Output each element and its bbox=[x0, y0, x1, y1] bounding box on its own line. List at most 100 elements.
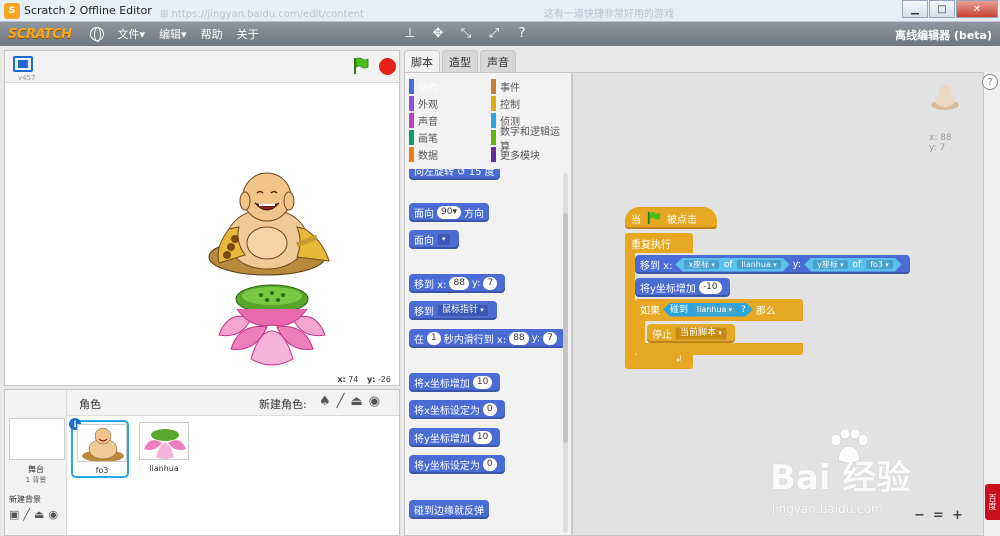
scratch-logo[interactable]: SCRATCH bbox=[8, 27, 72, 42]
minimize-button[interactable]: ▁ bbox=[902, 0, 928, 18]
lotus-sprite[interactable] bbox=[211, 279, 333, 367]
when-flag-clicked-hat[interactable]: 当 被点击 bbox=[625, 207, 717, 229]
buddha-sprite[interactable] bbox=[205, 167, 345, 277]
mouse-y-label: y: bbox=[366, 375, 376, 384]
category-data[interactable]: 数据 bbox=[409, 147, 485, 162]
mouse-x-value: 74 bbox=[348, 375, 359, 384]
language-globe-icon[interactable] bbox=[89, 27, 104, 42]
sprite-camera-icon[interactable]: ◉ bbox=[369, 394, 380, 409]
block-turn-left[interactable]: 向左旋转 ↺ 15 度 bbox=[409, 169, 500, 180]
block-change-x[interactable]: 将x坐标增加 10 bbox=[409, 373, 501, 392]
stop-sign-icon[interactable] bbox=[379, 58, 396, 75]
stop-option-dropdown[interactable]: 当前脚本 bbox=[675, 327, 727, 340]
category-sound[interactable]: 声音 bbox=[409, 113, 485, 128]
y-of-reporter[interactable]: y座标 of fo3 bbox=[804, 258, 901, 272]
sprite-paint-icon[interactable]: ╱ bbox=[337, 394, 345, 409]
block-go-to-xy[interactable]: 移到 x: 88 y: 7 bbox=[409, 274, 506, 293]
touching-condition[interactable]: 碰到 lianhua ? bbox=[663, 303, 753, 317]
category-motion[interactable]: 动作 bbox=[409, 79, 485, 94]
tab-scripts[interactable]: 脚本 bbox=[404, 50, 440, 73]
category-events[interactable]: 事件 bbox=[491, 79, 567, 94]
backdrop-upload-icon[interactable]: ⏏ bbox=[34, 508, 44, 521]
block-change-y[interactable]: 将y坐标增加 10 bbox=[409, 428, 501, 447]
forever-block-bottom[interactable]: ↲ bbox=[625, 355, 693, 369]
backdrop-library-icon[interactable]: ▣ bbox=[9, 508, 19, 521]
category-operators[interactable]: 数字和逻辑运算 bbox=[491, 127, 567, 153]
block-help-icon[interactable]: ? bbox=[514, 26, 530, 41]
lotus-thumb-image bbox=[144, 429, 186, 459]
background-window-ghost-text: ⊞ https://jingyan.baidu.com/edit/content… bbox=[160, 9, 674, 20]
x-of-reporter[interactable]: x座标 of lianhua bbox=[675, 258, 789, 272]
block-go-to-xy-script[interactable]: 移到 x: x座标 of lianhua y: y座标 of fo3 bbox=[635, 255, 910, 274]
category-more-blocks[interactable]: 更多模块 bbox=[491, 147, 567, 162]
stage-selector[interactable]: 舞台 1 背景 新建背景 ▣ ╱ ⏏ ◉ bbox=[5, 390, 67, 535]
stage-label: 舞台 bbox=[28, 465, 44, 474]
block-point-towards[interactable]: 面向 bbox=[409, 230, 459, 249]
set-x-input[interactable]: 0 bbox=[482, 403, 497, 416]
scratch-app-icon: S bbox=[4, 2, 20, 19]
side-badge[interactable]: 百度 bbox=[985, 484, 1000, 520]
block-set-y[interactable]: 将y坐标设定为 0 bbox=[409, 455, 505, 474]
zoom-out-icon[interactable]: − bbox=[912, 508, 927, 523]
change-y-input[interactable]: 10 bbox=[472, 431, 493, 444]
backdrop-camera-icon[interactable]: ◉ bbox=[48, 508, 58, 521]
go-to-target-dropdown[interactable]: 鼠标指针 bbox=[437, 304, 489, 317]
direction-input[interactable]: 90▾ bbox=[437, 206, 461, 219]
offline-editor-label: 离线编辑器 (beta) bbox=[895, 29, 992, 42]
stage-thumbnail[interactable] bbox=[9, 418, 65, 460]
change-y-input[interactable]: -10 bbox=[698, 281, 722, 294]
current-sprite-ghost-icon bbox=[931, 85, 959, 110]
y-input[interactable]: 7 bbox=[483, 277, 498, 290]
shrink-icon[interactable]: ⤢ bbox=[486, 26, 502, 41]
menu-edit[interactable]: 编辑▾ bbox=[159, 26, 187, 42]
glide-secs-input[interactable]: 1 bbox=[427, 332, 441, 345]
stage-panel: v457 x: 74 y: -26 bbox=[4, 50, 400, 386]
block-glide[interactable]: 在 1 秒内滑行到 x: 88 y: 7 bbox=[409, 329, 565, 348]
block-bounce[interactable]: 碰到边缘就反弹 bbox=[409, 500, 489, 519]
x-input[interactable]: 88 bbox=[449, 277, 469, 290]
backdrop-paint-icon[interactable]: ╱ bbox=[23, 508, 30, 521]
forever-block-top[interactable]: 重复执行 bbox=[625, 233, 693, 253]
if-block-bottom bbox=[635, 343, 803, 355]
maximize-button[interactable]: □ bbox=[929, 0, 955, 18]
tab-costumes[interactable]: 造型 bbox=[442, 50, 478, 72]
zoom-reset-icon[interactable]: = bbox=[931, 508, 946, 523]
fullscreen-icon[interactable] bbox=[13, 56, 33, 72]
menu-about[interactable]: 关于 bbox=[237, 26, 259, 42]
block-stop[interactable]: 停止 当前脚本 bbox=[647, 324, 735, 343]
duplicate-stamp-icon[interactable]: ⊥ bbox=[402, 26, 418, 41]
help-icon[interactable]: ? bbox=[982, 74, 998, 90]
sprite-header: 角色 新建角色: ♠ ╱ ⏏ ◉ bbox=[67, 390, 399, 416]
tab-sounds[interactable]: 声音 bbox=[480, 50, 516, 72]
block-go-to[interactable]: 移到 鼠标指针 bbox=[409, 301, 497, 320]
sprite-card-fo3[interactable]: i fo3 bbox=[69, 418, 129, 478]
category-looks[interactable]: 外观 bbox=[409, 96, 485, 111]
grow-icon[interactable]: ⤡ bbox=[458, 26, 474, 41]
sprite-upload-icon[interactable]: ⏏ bbox=[350, 394, 362, 409]
stage-canvas[interactable] bbox=[5, 83, 399, 373]
block-point-in-direction[interactable]: 面向 90▾ 方向 bbox=[409, 203, 489, 222]
block-set-x[interactable]: 将x坐标设定为 0 bbox=[409, 400, 505, 419]
point-towards-dropdown[interactable] bbox=[437, 233, 451, 246]
palette-scrollbar[interactable] bbox=[563, 173, 568, 533]
script-area[interactable]: x: 88 y: 7 当 被点击 重复执行 ↲ 移到 x: x座标 of lia… bbox=[572, 72, 984, 536]
zoom-in-icon[interactable]: + bbox=[950, 508, 965, 523]
set-y-input[interactable]: 0 bbox=[482, 458, 497, 471]
close-button[interactable]: ✕ bbox=[956, 0, 998, 18]
menu-help[interactable]: 帮助 bbox=[201, 26, 223, 42]
palette-block-list: 向左旋转 ↺ 15 度 面向 90▾ 方向 面向 移到 x: 88 y: 7 移… bbox=[405, 169, 565, 535]
delete-cut-icon[interactable]: ✥ bbox=[430, 26, 446, 41]
buddha-thumb-image bbox=[82, 427, 124, 461]
block-change-y-script[interactable]: 将y坐标增加 -10 bbox=[635, 278, 730, 297]
sprite-card-lianhua[interactable]: lianhua bbox=[135, 420, 193, 478]
change-x-input[interactable]: 10 bbox=[472, 376, 493, 389]
mouse-y-value: -26 bbox=[377, 375, 391, 384]
glide-x-input[interactable]: 88 bbox=[509, 332, 529, 345]
green-flag-icon[interactable] bbox=[353, 57, 369, 75]
sprite-library-icon[interactable]: ♠ bbox=[319, 394, 331, 409]
category-pen[interactable]: 画笔 bbox=[409, 130, 485, 145]
menu-file[interactable]: 文件▾ bbox=[118, 26, 146, 42]
new-backdrop-label: 新建背景 bbox=[9, 495, 41, 504]
glide-y-input[interactable]: 7 bbox=[543, 332, 557, 345]
category-control[interactable]: 控制 bbox=[491, 96, 567, 111]
